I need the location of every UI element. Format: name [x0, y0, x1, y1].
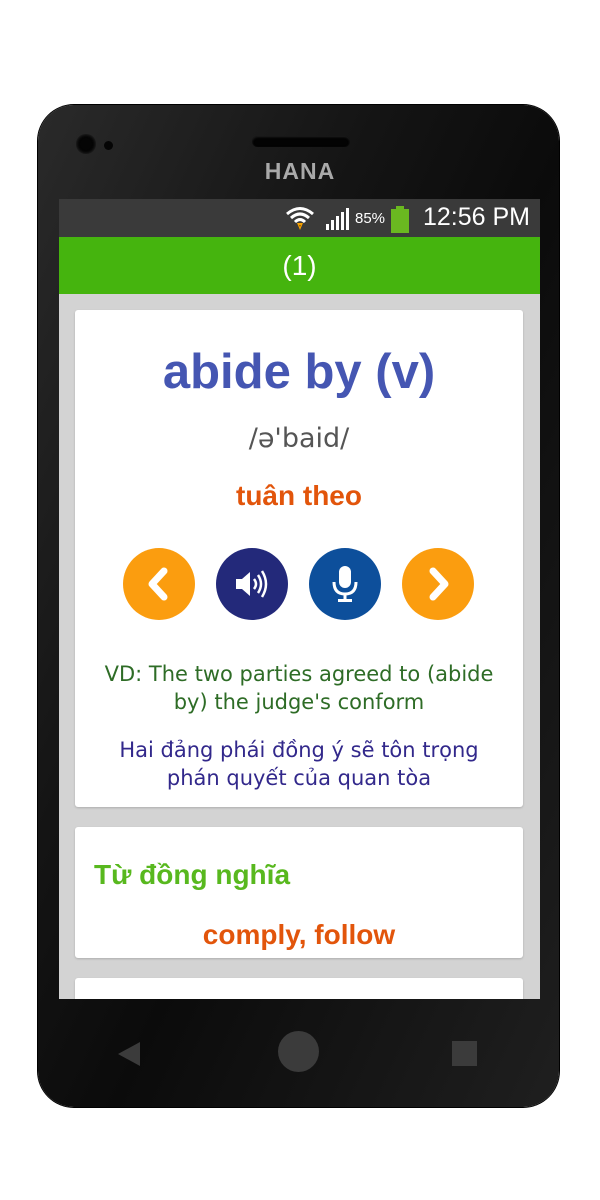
record-button[interactable]: [309, 548, 381, 620]
device-brand: HANA: [264, 158, 336, 184]
word-meaning: tuân theo: [236, 480, 362, 511]
battery-percent: 85%: [355, 210, 386, 227]
app-bar-title: (1): [282, 250, 317, 281]
example-sentence-vietnamese: Hai đảng phái đồng ý sẽ tôn trọng phán q…: [119, 738, 479, 790]
wifi-icon: [286, 207, 314, 230]
next-button[interactable]: [402, 548, 474, 620]
speaker-icon: [236, 570, 268, 598]
sensor-icon: [104, 141, 113, 150]
synonym-card: Từ đồng nghĩa comply, follow: [75, 827, 523, 958]
synonym-heading: Từ đồng nghĩa: [94, 859, 291, 890]
back-icon[interactable]: [116, 1040, 142, 1068]
previous-button[interactable]: [123, 548, 195, 620]
earpiece-speaker: [252, 136, 350, 147]
home-icon[interactable]: [278, 1031, 319, 1072]
app-bar: (1): [59, 237, 540, 294]
chevron-left-icon: [148, 567, 168, 601]
chevron-right-icon: [429, 567, 449, 601]
synonym-list: comply, follow: [202, 919, 396, 950]
screen: 85% 12:56 PM (1) abide by (v) /ə'baid/ t…: [59, 199, 540, 999]
example-sentence-english: VD: The two parties agreed to (abide by)…: [104, 662, 494, 714]
clock: 12:56 PM: [422, 203, 530, 231]
status-bar: 85% 12:56 PM: [59, 199, 540, 237]
battery-icon: [391, 206, 409, 233]
word-card: abide by (v) /ə'baid/ tuân theo VD: The …: [75, 310, 523, 807]
camera-icon: [76, 134, 96, 154]
next-card: [75, 978, 523, 999]
speak-button[interactable]: [216, 548, 288, 620]
signal-icon: [326, 208, 349, 230]
vocabulary-word: abide by (v): [162, 345, 436, 399]
recent-apps-icon[interactable]: [452, 1041, 477, 1066]
microphone-icon: [332, 566, 358, 602]
phonetic-transcription: /ə'baid/: [248, 423, 350, 454]
